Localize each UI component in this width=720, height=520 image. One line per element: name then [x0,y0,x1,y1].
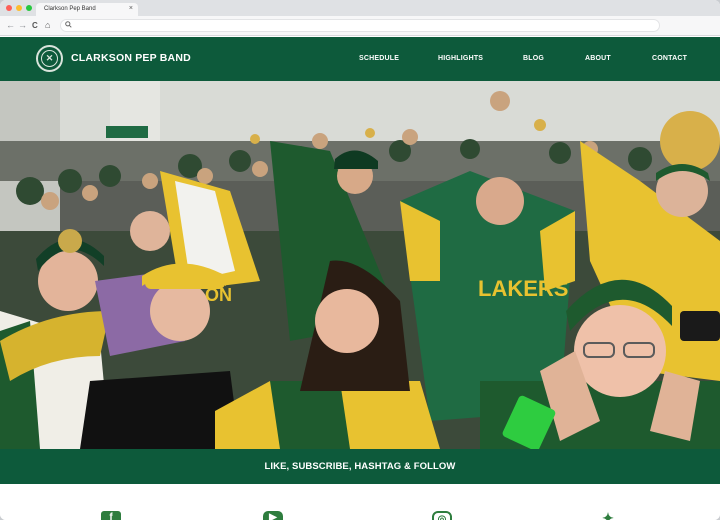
hero-crowd-photo: LAKERS ON [0,81,720,449]
search-icon [65,21,72,28]
close-window-button[interactable] [6,5,12,11]
site-brand[interactable]: CLARKSON PEP BAND [71,52,191,64]
tab-close-icon[interactable]: × [129,5,133,12]
social-links: f ▶ ◎ ✦ [0,484,720,520]
browser-window: Clarkson Pep Band × ← → C ⌂ ✕ CLARKSON P… [0,0,720,520]
reload-icon[interactable]: C [32,20,38,31]
browser-toolbar: ← → C ⌂ [0,16,720,36]
back-icon[interactable]: ← [6,20,15,31]
forward-icon[interactable]: → [18,20,27,31]
logo-emblem-icon: ✕ [41,50,58,67]
twitter-icon[interactable]: ✦ [598,511,618,520]
browser-tab[interactable]: Clarkson Pep Band × [36,3,138,16]
nav-highlights[interactable]: HIGHLIGHTS [438,55,483,62]
nav-blog[interactable]: BLOG [523,55,544,62]
youtube-icon[interactable]: ▶ [263,511,283,520]
address-bar[interactable] [60,19,660,32]
minimize-window-button[interactable] [16,5,22,11]
home-icon[interactable]: ⌂ [45,20,50,31]
follow-banner-text: LIKE, SUBSCRIBE, HASHTAG & FOLLOW [264,461,456,472]
scarf-text: ON [205,285,232,305]
instagram-icon[interactable]: ◎ [432,511,452,520]
nav-schedule[interactable]: SCHEDULE [359,55,399,62]
facebook-icon[interactable]: f [101,511,121,520]
maximize-window-button[interactable] [26,5,32,11]
nav-contact[interactable]: CONTACT [652,55,687,62]
tab-title: Clarkson Pep Band [44,6,96,12]
pep-band-logo[interactable]: ✕ [36,45,63,72]
site-header: ✕ CLARKSON PEP BAND SCHEDULE HIGHLIGHTS … [0,37,720,81]
nav-about[interactable]: ABOUT [585,55,611,62]
crowd-illustration: LAKERS ON [0,81,720,449]
browser-titlebar: Clarkson Pep Band × [0,0,720,16]
follow-banner: LIKE, SUBSCRIBE, HASHTAG & FOLLOW [0,449,720,484]
lakers-shirt-text: LAKERS [478,276,568,301]
window-controls [6,5,32,11]
